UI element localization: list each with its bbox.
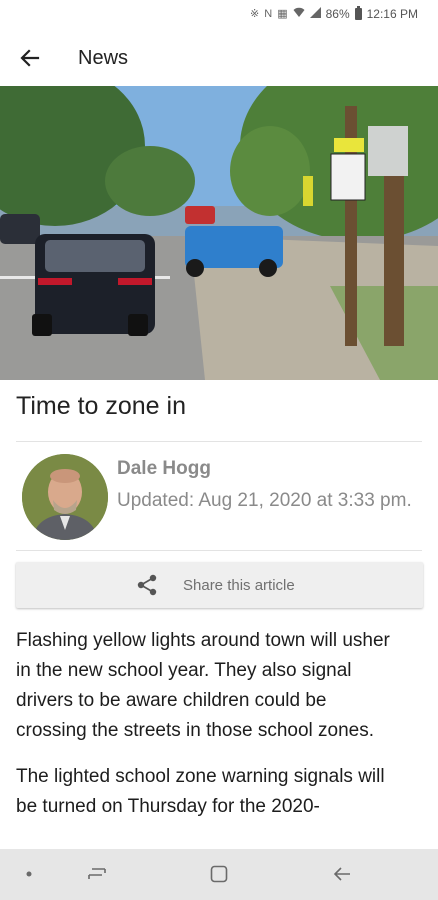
app-bar: News (0, 30, 438, 86)
app-title: News (78, 46, 129, 69)
author-block: Dale Hogg Updated: Aug 21, 2020 at 3:33 … (16, 450, 422, 546)
battery-percent: 86% (325, 7, 350, 21)
article-hero-image (0, 86, 438, 380)
article-body: Flashing yellow lights around town will … (16, 626, 396, 838)
dot-icon (26, 871, 32, 877)
article-headline: Time to zone in (16, 392, 186, 420)
recent-apps-icon (88, 868, 106, 879)
back-icon (333, 867, 350, 881)
recent-apps-button[interactable] (82, 859, 112, 889)
share-article-button[interactable]: Share this article (16, 562, 423, 608)
back-button[interactable] (0, 30, 60, 86)
share-label: Share this article (183, 577, 295, 594)
bluetooth-icon: ※ (250, 8, 260, 20)
divider (16, 550, 422, 551)
nfc-icon: N (264, 8, 273, 20)
updated-timestamp: Updated: Aug 21, 2020 at 3:33 pm. (117, 490, 412, 511)
home-icon (210, 865, 228, 883)
author-name: Dale Hogg (117, 458, 211, 479)
article-paragraph: The lighted school zone warning signals … (16, 766, 385, 817)
share-icon (137, 574, 157, 596)
clock: 12:16 PM (366, 7, 418, 21)
divider (16, 441, 422, 442)
article-paragraph: Flashing yellow lights around town will … (16, 630, 390, 741)
system-nav-bar (0, 849, 438, 900)
battery-icon (354, 6, 362, 20)
signal-icon (309, 7, 321, 21)
system-back-button[interactable] (327, 859, 357, 889)
home-button[interactable] (204, 859, 234, 889)
wifi-icon (293, 7, 305, 21)
status-bar: ※ N ▦ 86% 12:16 PM (0, 0, 438, 30)
vibrate-icon: ▦ (277, 8, 288, 20)
arrow-left-icon (20, 49, 40, 67)
nav-dot-button[interactable] (14, 859, 44, 889)
author-avatar (22, 454, 108, 540)
